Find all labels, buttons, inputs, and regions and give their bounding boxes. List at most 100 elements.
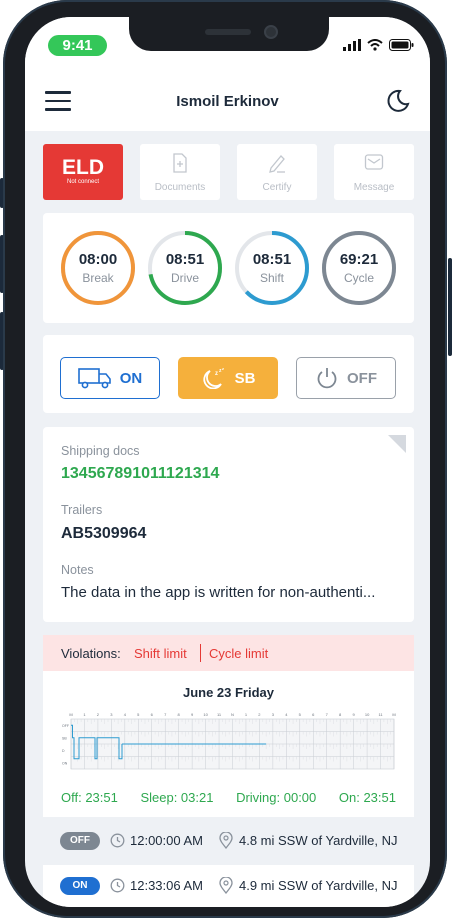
gauge-time: 08:51	[165, 251, 205, 268]
eld-status: Not connect	[66, 179, 100, 185]
log-hour-label: 5	[137, 712, 140, 717]
clock-gauge-cycle: 69:21 Cycle	[320, 229, 398, 307]
event-status-badge: OFF	[60, 832, 100, 850]
gauge-ring	[322, 231, 396, 305]
log-hour-label: 3	[272, 712, 275, 717]
event-location: 4.9 mi SSW of Yardville, NJ	[239, 878, 398, 893]
gauge-label: Drive	[170, 271, 199, 285]
phone-frame: 9:41 Ismoil Erkinov ELD Not connect Docu…	[3, 0, 447, 918]
log-hour-label: N	[231, 712, 234, 717]
message-icon	[364, 154, 384, 170]
clock-icon	[110, 833, 125, 848]
notch	[129, 17, 329, 51]
eld-button[interactable]: ELD Not connect	[43, 144, 123, 200]
total-on: On: 23:51	[338, 790, 396, 805]
violations-bar: Violations: Shift limit Cycle limit	[43, 635, 414, 671]
log-row-label: ON	[62, 762, 68, 766]
log-row-label: OFF	[62, 724, 69, 728]
gauge-label: Cycle	[343, 271, 374, 285]
svg-text:z: z	[215, 371, 218, 377]
gauge-ring	[61, 231, 135, 305]
gauge-ring	[148, 231, 222, 305]
gauge-time: 08:00	[78, 251, 118, 268]
duty-off-label: OFF	[347, 369, 377, 387]
log-hour-label: 8	[339, 712, 342, 717]
clock-gauge-shift: 08:51 Shift	[233, 229, 311, 307]
log-hour-label: 2	[258, 712, 261, 717]
location-pin-icon	[219, 832, 233, 849]
log-hour-label: 1	[83, 712, 86, 717]
log-date: June 23 Friday	[182, 685, 275, 700]
certify-button[interactable]: Certify	[237, 144, 317, 200]
app-screen: 9:41 Ismoil Erkinov ELD Not connect Docu…	[25, 17, 430, 907]
trailers-label: Trailers	[61, 503, 103, 517]
status-time: 9:41	[48, 35, 107, 56]
log-hour-label: 7	[164, 712, 167, 717]
shipping-docs-label: Shipping docs	[61, 444, 140, 458]
clock-icon	[110, 878, 125, 893]
app-header: Ismoil Erkinov	[25, 73, 430, 131]
message-label: Message	[353, 182, 395, 193]
log-hour-label: M	[392, 712, 395, 717]
log-hour-label: 3	[110, 712, 113, 717]
duty-off-button[interactable]: OFF	[296, 357, 396, 399]
gauge-label: Shift	[259, 271, 284, 285]
documents-button[interactable]: Documents	[140, 144, 220, 200]
total-driving: Driving: 00:00	[236, 790, 317, 805]
duty-status-card: ON zzz SB OFF	[43, 335, 414, 413]
power-button	[448, 258, 452, 356]
dark-mode-icon[interactable]	[386, 89, 410, 113]
log-hour-label: 11	[217, 712, 222, 717]
wifi-icon	[367, 39, 383, 51]
status-bar: 9:41	[25, 17, 430, 73]
log-hour-label: 4	[124, 712, 127, 717]
log-hour-label: 11	[378, 712, 383, 717]
corner-fold-icon	[388, 435, 406, 453]
violation-cycle-limit[interactable]: Cycle limit	[209, 646, 268, 661]
clock-gauge-break: 08:00 Break	[59, 229, 137, 307]
message-button[interactable]: Message	[334, 144, 414, 200]
log-hour-label: 6	[312, 712, 315, 717]
location-pin-icon	[219, 877, 233, 894]
log-hour-label: M	[69, 712, 72, 717]
sleep-moon-icon: zzz	[203, 367, 224, 389]
log-hour-label: 8	[178, 712, 181, 717]
log-hour-label: 5	[299, 712, 302, 717]
log-graph[interactable]: M 1 2 3 4 5 6 7 8 9 10 11 N 1 2 3 4 5 6 7 8 9 10 11 M OFF SB D ON	[61, 711, 396, 774]
gauge-ring	[235, 231, 309, 305]
log-totals: Off: 23:51 Sleep: 03:21 Driving: 00:00 O…	[61, 790, 396, 805]
notes-value: The data in the app is written for non-a…	[61, 584, 376, 601]
violation-shift-limit[interactable]: Shift limit	[134, 646, 187, 661]
event-row[interactable]: ON 12:33:06 AM 4.9 mi SSW of Yardville, …	[43, 865, 414, 907]
duty-sb-button[interactable]: zzz SB	[178, 357, 278, 399]
shipping-info-card[interactable]: Shipping docs 134567891011121314 Trailer…	[43, 427, 414, 622]
event-time: 12:00:00 AM	[130, 833, 203, 848]
log-hour-label: 4	[285, 712, 288, 717]
truck-icon	[77, 368, 111, 389]
duty-sb-label: SB	[234, 369, 256, 387]
log-hour-label: 6	[151, 712, 154, 717]
eld-label: ELD	[62, 156, 104, 179]
event-status-badge: ON	[60, 877, 100, 895]
violation-divider	[200, 644, 201, 662]
log-hour-label: 7	[326, 712, 329, 717]
gauge-time: 69:21	[339, 251, 379, 268]
log-hour-label: 10	[365, 712, 370, 717]
certify-label: Certify	[262, 182, 292, 193]
log-hour-label: 9	[353, 712, 356, 717]
event-row[interactable]: OFF 12:00:00 AM 4.8 mi SSW of Yardville,…	[43, 820, 414, 862]
log-row-label: D	[62, 749, 65, 753]
violations-label: Violations:	[61, 646, 121, 661]
duty-on-button[interactable]: ON	[60, 357, 160, 399]
signal-icon	[343, 39, 361, 51]
log-hour-label: 10	[203, 712, 208, 717]
trailers-value: AB5309964	[61, 525, 147, 542]
daily-log-card[interactable]: June 23 Friday M 1 2 3 4 5 6 7 8 9 10 11 N 1 2 3 4 5 6 7 8 9 1…	[43, 671, 414, 817]
pen-icon	[269, 155, 285, 173]
gauge-progress-arc	[322, 231, 396, 305]
gauge-label: Break	[82, 271, 114, 285]
battery-icon	[389, 39, 414, 51]
gauge-progress-arc	[61, 231, 135, 305]
shipping-docs-value: 134567891011121314	[61, 465, 220, 482]
event-location: 4.8 mi SSW of Yardville, NJ	[239, 833, 398, 848]
